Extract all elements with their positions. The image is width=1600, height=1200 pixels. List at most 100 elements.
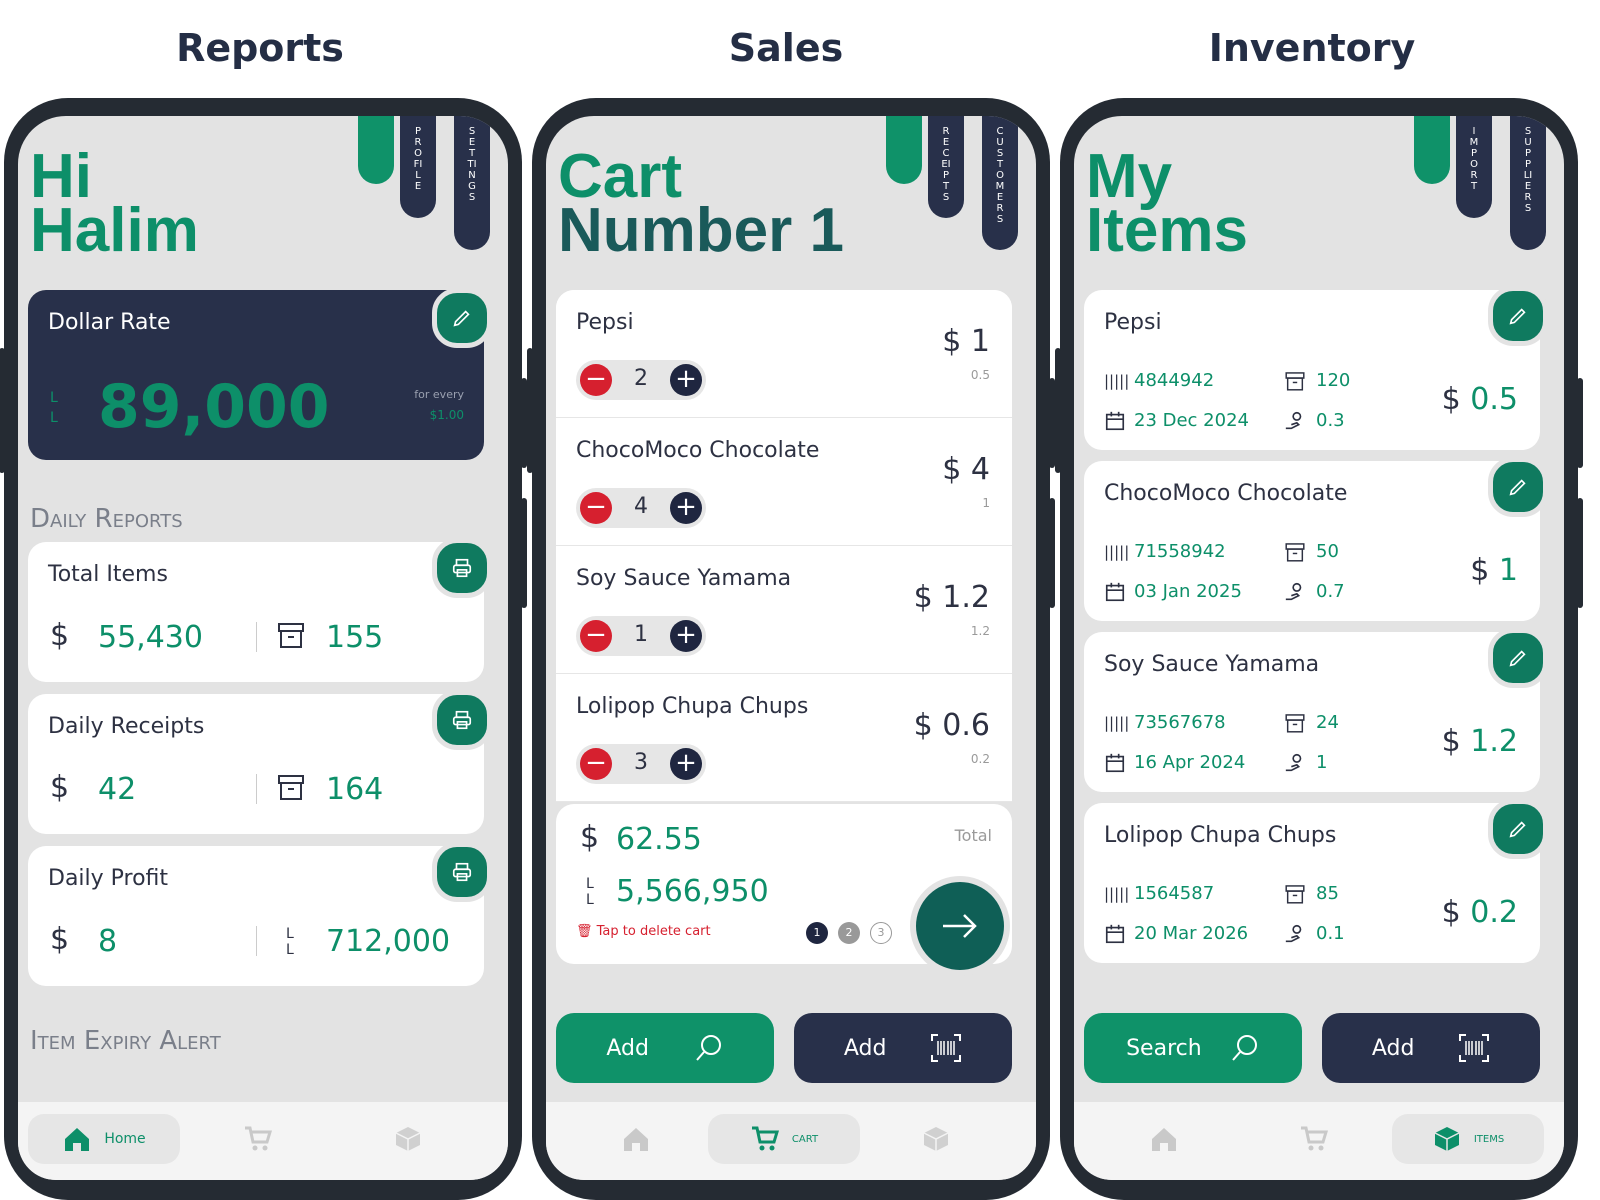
total-items-card: Total Items $ 55,430 155 <box>28 542 484 682</box>
edit-item-button[interactable] <box>1488 628 1548 688</box>
item-barcode: 4844942 <box>1134 370 1215 391</box>
reports-phone: PROFILE SETTINGS Hi Halim Dollar Rate LL … <box>0 98 527 1200</box>
item-name: Lolipop Chupa Chups <box>1104 823 1337 848</box>
home-icon <box>1152 1128 1176 1151</box>
cart-pager: 1 2 3 <box>806 922 892 944</box>
item-stock: 24 <box>1316 712 1339 733</box>
tab-receipts[interactable]: RECEIPTS <box>928 116 964 218</box>
bottom-nav: Home <box>18 1102 508 1180</box>
tab-suppliers[interactable]: SUPPLIERS <box>1510 116 1546 250</box>
green-tab[interactable] <box>886 116 922 184</box>
bottom-nav: ITEMS <box>1074 1102 1564 1180</box>
nav-cart[interactable] <box>1274 1114 1354 1164</box>
increase-button[interactable]: + <box>670 748 702 780</box>
item-price: $ 1 <box>1470 553 1518 588</box>
total-usd: 62.55 <box>616 822 702 857</box>
page-dot[interactable]: 3 <box>870 922 892 944</box>
edit-item-button[interactable] <box>1488 286 1548 346</box>
cart-item[interactable]: Lolipop Chupa Chups − 3 + $ 0.6 0.2 <box>556 674 1012 802</box>
cart-item[interactable]: ChocoMoco Chocolate − 4 + $ 4 1 <box>556 418 1012 546</box>
item-expiry: 16 Apr 2024 <box>1134 752 1246 773</box>
edit-rate-button[interactable] <box>432 288 492 348</box>
dollar-rate-value: 89,000 <box>98 372 330 442</box>
calendar-icon <box>1105 582 1125 602</box>
pencil-icon <box>1509 479 1526 496</box>
tab-profile[interactable]: PROFILE <box>400 116 436 218</box>
tab-import[interactable]: IMPORT <box>1456 116 1492 218</box>
daily-receipts-card: Daily Receipts $ 42 164 <box>28 694 484 834</box>
pencil-icon <box>1509 821 1526 838</box>
nav-home[interactable] <box>1124 1114 1204 1164</box>
item-cost: 0.7 <box>1316 581 1345 602</box>
nav-items[interactable]: ITEMS <box>1392 1114 1544 1164</box>
increase-button[interactable]: + <box>670 364 702 396</box>
add-search-button[interactable]: Add <box>556 1013 774 1083</box>
greeting: Hi Halim <box>30 142 199 265</box>
page-dot[interactable]: 2 <box>838 922 860 944</box>
cube-icon <box>395 1127 421 1151</box>
print-button[interactable] <box>432 842 492 902</box>
quantity-stepper: − 3 + <box>576 744 706 784</box>
printer-icon <box>452 558 472 578</box>
checkout-button[interactable] <box>910 876 1010 976</box>
increase-button[interactable]: + <box>670 492 702 524</box>
calendar-icon <box>1105 411 1125 431</box>
green-tab[interactable] <box>1414 116 1450 184</box>
reports-screen: PROFILE SETTINGS Hi Halim Dollar Rate LL … <box>18 116 508 1180</box>
edit-item-button[interactable] <box>1488 799 1548 859</box>
item-price: $ 0.2 <box>1441 895 1518 930</box>
page-dot[interactable]: 1 <box>806 922 828 944</box>
tab-customers[interactable]: CUSTOMERS <box>982 116 1018 250</box>
daily-reports-label: Daily Reports <box>30 504 183 534</box>
search-icon <box>1232 1035 1257 1061</box>
increase-button[interactable]: + <box>670 620 702 652</box>
nav-home[interactable] <box>596 1114 676 1164</box>
cart-icon <box>751 1126 779 1151</box>
coin-hand-icon <box>1285 924 1302 943</box>
delete-cart-link[interactable]: 🗑 Tap to delete cart <box>576 924 711 939</box>
nav-items[interactable] <box>368 1114 448 1164</box>
cube-icon <box>923 1127 949 1151</box>
print-button[interactable] <box>432 538 492 598</box>
cart-item[interactable]: Pepsi − 2 + $ 1 0.5 <box>556 290 1012 418</box>
coin-hand-icon <box>1285 753 1302 772</box>
item-price: $ 0.5 <box>1441 382 1518 417</box>
green-tab[interactable] <box>358 116 394 184</box>
nav-home[interactable]: Home <box>28 1114 180 1164</box>
arrow-right-icon <box>943 914 977 938</box>
nav-cart[interactable] <box>218 1114 298 1164</box>
nav-cart[interactable]: CART <box>708 1114 860 1164</box>
add-scan-button[interactable]: Add <box>1322 1013 1540 1083</box>
item-name: ChocoMoco Chocolate <box>1104 481 1348 506</box>
edit-item-button[interactable] <box>1488 457 1548 517</box>
cart-item[interactable]: Soy Sauce Yamama − 1 + $ 1.2 1.2 <box>556 546 1012 674</box>
item-expiry: 23 Dec 2024 <box>1134 410 1249 431</box>
sales-heading: Sales <box>728 26 844 70</box>
item-card[interactable]: Lolipop Chupa Chups ||||| 1564587 85 20 … <box>1084 803 1540 963</box>
item-barcode: 1564587 <box>1134 883 1215 904</box>
item-barcode: 73567678 <box>1134 712 1226 733</box>
cart-icon <box>1301 1126 1329 1151</box>
tab-settings[interactable]: SETTINGS <box>454 116 490 250</box>
item-name: Pepsi <box>1104 310 1162 335</box>
home-icon <box>624 1128 648 1151</box>
search-button[interactable]: Search <box>1084 1013 1302 1083</box>
printer-icon <box>452 862 472 882</box>
box-icon <box>1285 885 1305 904</box>
item-card[interactable]: ChocoMoco Chocolate ||||| 71558942 50 03… <box>1084 461 1540 621</box>
barcode-icon: ||||| <box>1104 543 1130 561</box>
item-stock: 120 <box>1316 370 1351 391</box>
inventory-phone: IMPORT SUPPLIERS My Items Pepsi ||||| 484… <box>1055 98 1583 1200</box>
box-icon <box>278 623 304 648</box>
calendar-icon <box>1105 753 1125 773</box>
quantity-stepper: − 2 + <box>576 360 706 400</box>
add-scan-button[interactable]: Add <box>794 1013 1012 1083</box>
print-button[interactable] <box>432 690 492 750</box>
item-card[interactable]: Pepsi ||||| 4844942 120 23 Dec 2024 0.3 … <box>1084 290 1540 450</box>
nav-items[interactable] <box>896 1114 976 1164</box>
cube-icon <box>1434 1127 1460 1151</box>
item-card[interactable]: Soy Sauce Yamama ||||| 73567678 24 16 Ap… <box>1084 632 1540 792</box>
total-ll: 5,566,950 <box>616 874 769 909</box>
barcode-icon: ||||| <box>1104 885 1130 903</box>
expiry-alert-label: Item Expiry Alert <box>30 1026 221 1056</box>
